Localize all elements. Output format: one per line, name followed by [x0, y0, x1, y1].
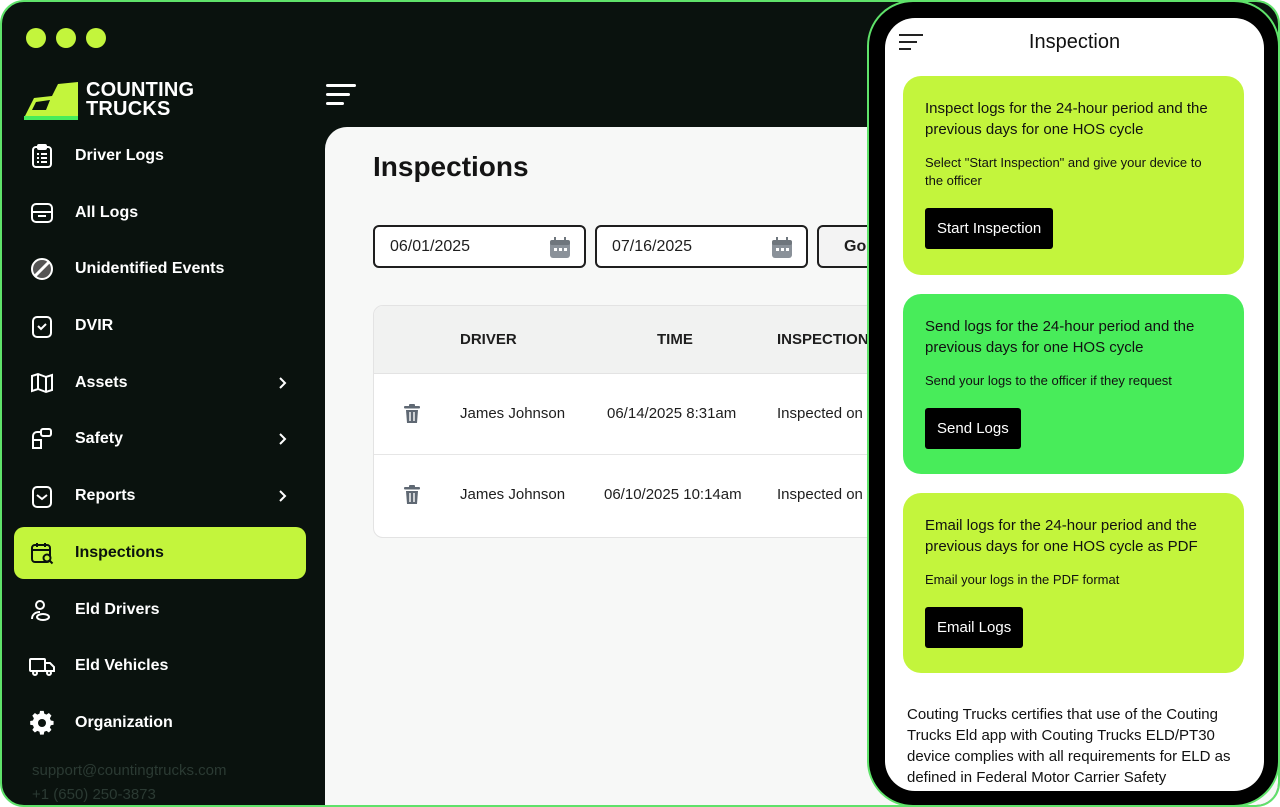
date-from-value: 06/01/2025 [390, 237, 471, 255]
sidebar-item-all-logs[interactable]: All Logs [14, 187, 306, 239]
phone-screen: Inspection Inspect logs for the 24-hour … [885, 18, 1264, 791]
sidebar-item-inspections[interactable]: Inspections [14, 526, 306, 579]
sidebar-item-assets[interactable]: Assets [14, 357, 306, 409]
slash-circle-icon [28, 255, 56, 283]
card-title: Send logs for the 24-hour period and the… [925, 318, 1195, 356]
report-icon [28, 482, 56, 510]
email-logs-card: Email logs for the 24-hour period and th… [903, 493, 1244, 673]
inspections-table: DRIVER TIME INSPECTION James Johnson 06/… [373, 305, 933, 538]
card-subtitle: Select "Start Inspection" and give your … [925, 155, 1202, 188]
gear-icon [28, 709, 56, 737]
card-subtitle: Email your logs in the PDF format [925, 572, 1120, 587]
support-phone[interactable]: +1 (650) 250-3873 [32, 783, 226, 805]
trash-icon[interactable] [402, 484, 422, 506]
chevron-right-icon [279, 433, 287, 446]
trash-icon[interactable] [402, 403, 422, 425]
window-dot-close[interactable] [26, 28, 46, 48]
map-icon [28, 369, 56, 397]
table-header: DRIVER TIME INSPECTION [374, 306, 932, 374]
calendar-search-icon [28, 539, 56, 567]
chevron-right-icon [279, 490, 287, 502]
sidebar-item-eld-drivers[interactable]: Eld Drivers [14, 584, 306, 636]
sidebar-item-unidentified-events[interactable]: Unidentified Events [14, 243, 306, 295]
sidebar-item-label: Assets [75, 373, 128, 391]
sidebar-item-label: Eld Vehicles [75, 657, 169, 675]
phone-title: Inspection [1028, 31, 1121, 53]
menu-toggle-icon[interactable] [326, 84, 356, 106]
window-dot-maximize[interactable] [86, 28, 106, 48]
window-controls [26, 28, 106, 48]
users-icon [28, 596, 56, 624]
archive-icon [28, 199, 56, 227]
sidebar-item-label: Reports [75, 487, 136, 505]
phone-mockup: Inspection Inspect logs for the 24-hour … [867, 0, 1280, 807]
card-title: Email logs for the 24-hour period and th… [925, 517, 1198, 555]
brand-name: COUNTING TRUCKS [86, 80, 194, 120]
sidebar-item-label: DVIR [75, 317, 114, 335]
calendar-icon[interactable] [770, 236, 794, 260]
cell-time: 06/10/2025 10:14am [604, 486, 742, 503]
support-contact: support@countingtrucks.com +1 (650) 250-… [32, 759, 226, 805]
sidebar-item-dvir[interactable]: DVIR [14, 300, 306, 352]
sidebar-item-label: Inspections [75, 543, 164, 561]
sidebar-item-label: Organization [75, 713, 173, 731]
brand-line-2: TRUCKS [86, 98, 171, 120]
sidebar-item-label: Safety [75, 430, 124, 448]
sidebar-item-label: Unidentified Events [75, 260, 225, 278]
column-header-time[interactable]: TIME [657, 331, 693, 348]
sidebar-item-organization[interactable]: Organization [14, 697, 306, 749]
column-header-inspection[interactable]: INSPECTION [777, 331, 869, 348]
card-title: Inspect logs for the 24-hour period and … [925, 100, 1208, 138]
column-header-driver[interactable]: DRIVER [460, 331, 517, 348]
sidebar-item-reports[interactable]: Reports [14, 470, 306, 522]
date-from-input[interactable]: 06/01/2025 [373, 225, 586, 268]
start-inspection-button[interactable]: Start Inspection [925, 208, 1054, 249]
sidebar-item-label: All Logs [75, 203, 139, 221]
send-logs-button[interactable]: Send Logs [925, 408, 1021, 449]
cell-driver: James Johnson [460, 486, 566, 503]
clipboard-list-icon [28, 142, 56, 170]
date-to-input[interactable]: 07/16/2025 [595, 225, 808, 268]
sidebar-item-driver-logs[interactable]: Driver Logs [14, 130, 306, 182]
sidebar-nav: Driver Logs All Logs Unidentified Events… [14, 130, 306, 754]
brand-logo[interactable]: COUNTING TRUCKS [22, 78, 194, 122]
inspect-logs-card: Inspect logs for the 24-hour period and … [903, 76, 1244, 275]
sidebar-item-safety[interactable]: Safety [14, 413, 306, 465]
email-logs-button[interactable]: Email Logs [925, 607, 1024, 648]
card-subtitle: Send your logs to the officer if they re… [925, 373, 1172, 388]
send-logs-card: Send logs for the 24-hour period and the… [903, 294, 1244, 474]
calendar-icon[interactable] [548, 236, 572, 260]
safety-icon [28, 425, 56, 453]
cell-inspection: Inspected on [777, 405, 863, 422]
clipboard-check-icon [28, 312, 56, 340]
certification-text: Couting Trucks certifies that use of the… [907, 706, 1231, 786]
chevron-right-icon [279, 377, 287, 389]
cell-inspection: Inspected on [777, 486, 863, 503]
window-dot-minimize[interactable] [56, 28, 76, 48]
date-to-value: 07/16/2025 [612, 237, 693, 255]
cell-time: 06/14/2025 8:31am [607, 405, 737, 422]
sidebar-item-label: Eld Drivers [75, 600, 160, 618]
table-row[interactable]: James Johnson 06/10/2025 10:14am Inspect… [374, 455, 932, 536]
sidebar-item-eld-vehicles[interactable]: Eld Vehicles [14, 640, 306, 692]
cell-driver: James Johnson [460, 405, 566, 422]
sidebar-item-label: Driver Logs [75, 147, 164, 164]
support-email[interactable]: support@countingtrucks.com [32, 759, 226, 783]
truck-icon [28, 652, 56, 680]
page-title: Inspections [373, 151, 529, 182]
truck-logo-icon [24, 82, 78, 120]
table-row[interactable]: James Johnson 06/14/2025 8:31am Inspecte… [374, 374, 932, 455]
